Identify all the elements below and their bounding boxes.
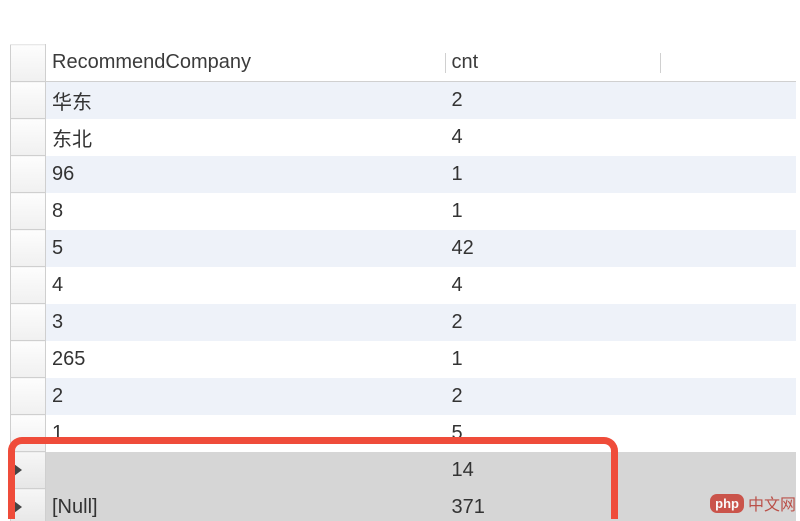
table-row[interactable]: 542 xyxy=(11,230,796,267)
column-header-recommendcompany[interactable]: RecommendCompany xyxy=(46,45,446,82)
table-row[interactable]: 32 xyxy=(11,304,796,341)
cell-empty xyxy=(661,230,796,267)
watermark-text: 中文网 xyxy=(748,491,796,515)
cell-empty xyxy=(661,119,796,156)
cell-empty xyxy=(661,452,796,489)
cell-cnt[interactable]: 5 xyxy=(446,415,661,452)
table-row[interactable]: 东北4 xyxy=(11,119,796,156)
table-body: 华东2东北49618154244322651221514[Null]371 xyxy=(11,82,796,521)
table-row[interactable]: 961 xyxy=(11,156,796,193)
row-header[interactable] xyxy=(11,267,46,304)
cell-cnt[interactable]: 371 xyxy=(446,489,661,521)
row-header[interactable] xyxy=(11,341,46,378)
row-header[interactable] xyxy=(11,378,46,415)
cell-cnt[interactable]: 2 xyxy=(446,378,661,415)
cell-cnt[interactable]: 4 xyxy=(446,119,661,156)
cell-recommendcompany[interactable]: 96 xyxy=(46,156,446,193)
cell-recommendcompany[interactable]: 265 xyxy=(46,341,446,378)
table-row[interactable]: 15 xyxy=(11,415,796,452)
select-all-header[interactable] xyxy=(11,45,46,82)
cell-empty xyxy=(661,267,796,304)
row-header[interactable] xyxy=(11,119,46,156)
cell-recommendcompany[interactable]: 1 xyxy=(46,415,446,452)
cell-recommendcompany[interactable]: 8 xyxy=(46,193,446,230)
cell-recommendcompany[interactable]: 3 xyxy=(46,304,446,341)
cell-cnt[interactable]: 1 xyxy=(446,341,661,378)
cell-empty xyxy=(661,304,796,341)
cell-empty xyxy=(661,193,796,230)
cell-recommendcompany[interactable]: [Null] xyxy=(46,489,446,521)
cell-recommendcompany[interactable]: 2 xyxy=(46,378,446,415)
row-header[interactable] xyxy=(11,489,46,521)
result-grid: RecommendCompany cnt 华东2东北49618154244322… xyxy=(10,44,795,521)
table-row[interactable]: 2651 xyxy=(11,341,796,378)
cell-empty xyxy=(661,378,796,415)
row-header[interactable] xyxy=(11,452,46,489)
cell-recommendcompany[interactable]: 4 xyxy=(46,267,446,304)
table-row[interactable]: 14 xyxy=(11,452,796,489)
row-header[interactable] xyxy=(11,230,46,267)
cell-recommendcompany[interactable]: 东北 xyxy=(46,119,446,156)
row-header[interactable] xyxy=(11,193,46,230)
cell-cnt[interactable]: 2 xyxy=(446,304,661,341)
cell-recommendcompany[interactable]: 5 xyxy=(46,230,446,267)
cell-cnt[interactable]: 14 xyxy=(446,452,661,489)
column-header-cnt[interactable]: cnt xyxy=(446,45,661,82)
cell-cnt[interactable]: 2 xyxy=(446,82,661,119)
column-header-empty[interactable] xyxy=(661,45,796,82)
row-header[interactable] xyxy=(11,304,46,341)
result-table: RecommendCompany cnt 华东2东北49618154244322… xyxy=(10,44,796,521)
cell-empty xyxy=(661,156,796,193)
row-header[interactable] xyxy=(11,156,46,193)
row-header[interactable] xyxy=(11,82,46,119)
watermark-badge: php xyxy=(710,494,744,513)
cell-cnt[interactable]: 42 xyxy=(446,230,661,267)
cell-empty xyxy=(661,82,796,119)
table-row[interactable]: 华东2 xyxy=(11,82,796,119)
cell-recommendcompany[interactable]: 华东 xyxy=(46,82,446,119)
watermark: php 中文网 xyxy=(710,491,796,515)
header-row: RecommendCompany cnt xyxy=(11,45,796,82)
row-header[interactable] xyxy=(11,415,46,452)
table-row[interactable]: 81 xyxy=(11,193,796,230)
current-row-caret-icon xyxy=(14,501,22,513)
table-row[interactable]: 22 xyxy=(11,378,796,415)
current-row-caret-icon xyxy=(14,464,22,476)
table-row[interactable]: [Null]371 xyxy=(11,489,796,521)
cell-recommendcompany[interactable] xyxy=(46,452,446,489)
cell-cnt[interactable]: 4 xyxy=(446,267,661,304)
cell-empty xyxy=(661,341,796,378)
table-row[interactable]: 44 xyxy=(11,267,796,304)
cell-empty xyxy=(661,415,796,452)
cell-cnt[interactable]: 1 xyxy=(446,193,661,230)
cell-cnt[interactable]: 1 xyxy=(446,156,661,193)
